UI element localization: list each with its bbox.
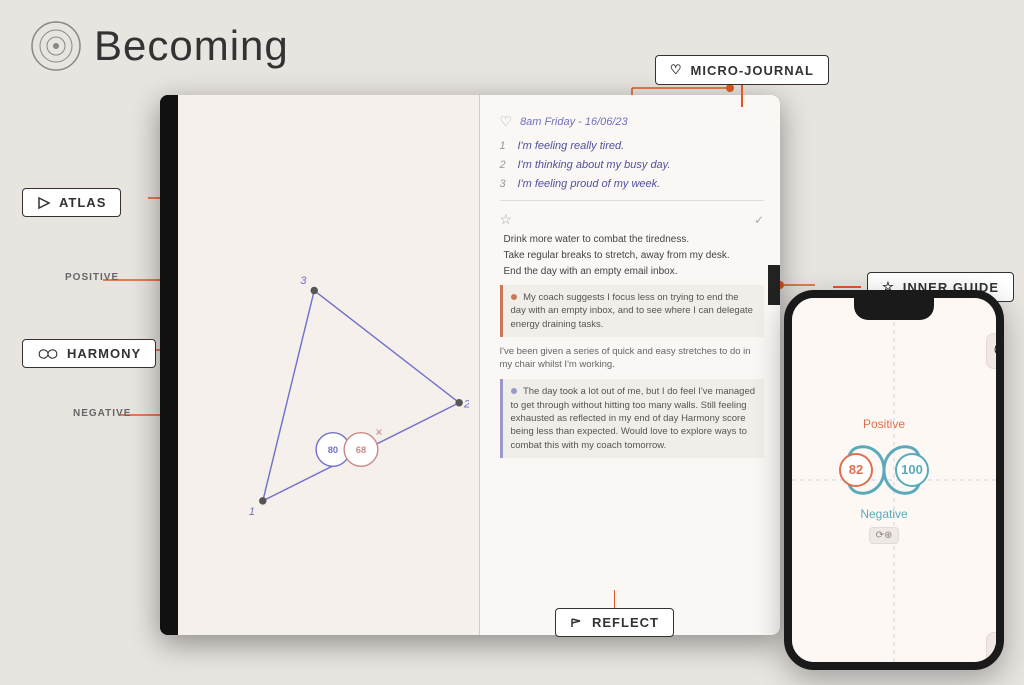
innerguide-line [833,286,861,288]
svg-text:✕: ✕ [375,427,383,437]
svg-text:2: 2 [463,398,469,410]
atlas-label: ATLAS [59,195,106,210]
graph-area: 1 2 3 80 68 ✕ [188,125,469,615]
svg-text:3: 3 [300,275,307,287]
atlas-box[interactable]: ATLAS [22,188,121,217]
reflect-label: REFLECT [592,615,659,630]
journal-date: 8am Friday - 16/06/23 [520,116,628,128]
suggestion-3: End the day with an empty email inbox. [500,266,765,277]
reflect-feature[interactable]: REFLECT [555,590,674,637]
phone-mockup: 💬 💬 ♡ 💬 Positive 82 100 Negative ⟳⊕ [784,290,1004,670]
app-title: Becoming [94,22,289,70]
harmony-feature[interactable]: HARMONY [22,339,156,368]
svg-text:100: 100 [901,462,923,477]
harmony-label: HARMONY [67,346,141,361]
reflect-connector [614,590,616,608]
suggestion-1: Drink more water to combat the tiredness… [500,234,765,245]
microjournal-feature[interactable]: ♡ MICRO-JOURNAL [655,55,829,107]
microjournal-connector [741,85,743,107]
journal-entry-2: 2 I'm thinking about my busy day. [500,159,765,171]
phone-icon-2: 💬 [986,333,1004,369]
phone-notch [854,298,934,320]
phone-screen: 💬 💬 ♡ 💬 Positive 82 100 Negative ⟳⊕ [792,298,996,662]
phone-icon-4: 💬 [986,632,1004,668]
harmony-badge: ⟳⊕ [869,527,900,544]
svg-text:1: 1 [249,506,255,518]
svg-text:68: 68 [356,445,366,455]
notebook: 1 2 3 80 68 ✕ ♡ 8am Friday - 16/06/23 [160,95,780,635]
play-icon [37,196,51,210]
flag-icon [570,617,584,629]
microjournal-label: MICRO-JOURNAL [691,63,815,78]
reflection-block: The day took a lot out of me, but I do f… [500,379,765,457]
journal-content: ♡ 8am Friday - 16/06/23 1 I'm feeling re… [480,95,781,635]
negative-score-label: Negative [860,507,907,521]
infinity-icon [37,347,59,361]
journal-entry-1: 1 I'm feeling really tired. [500,140,765,152]
positive-score-label: Positive [863,417,905,431]
coach-block: My coach suggests I focus less on trying… [500,285,765,337]
logo-icon [30,20,82,72]
reflect-box[interactable]: REFLECT [555,608,674,637]
journal-entry-3: 3 I'm feeling proud of my week. [500,178,765,190]
atlas-feature[interactable]: ATLAS [22,188,121,217]
notebook-spine [160,95,178,635]
svg-text:80: 80 [328,445,338,455]
header: Becoming [30,20,289,72]
notebook-left-page: 1 2 3 80 68 ✕ [178,95,480,635]
harmony-box[interactable]: HARMONY [22,339,156,368]
given-series-text: I've been given a series of quick and ea… [500,345,765,372]
notebook-right-page: ♡ 8am Friday - 16/06/23 1 I'm feeling re… [480,95,781,635]
harmony-visualization: Positive 82 100 Negative ⟳⊕ [824,417,944,544]
suggestion-2: Take regular breaks to stretch, away fro… [500,250,765,261]
microjournal-box[interactable]: ♡ MICRO-JOURNAL [655,55,829,85]
infinity-score-svg: 82 100 [824,435,944,505]
bookmark-tab [768,265,780,305]
svg-text:82: 82 [849,462,863,477]
